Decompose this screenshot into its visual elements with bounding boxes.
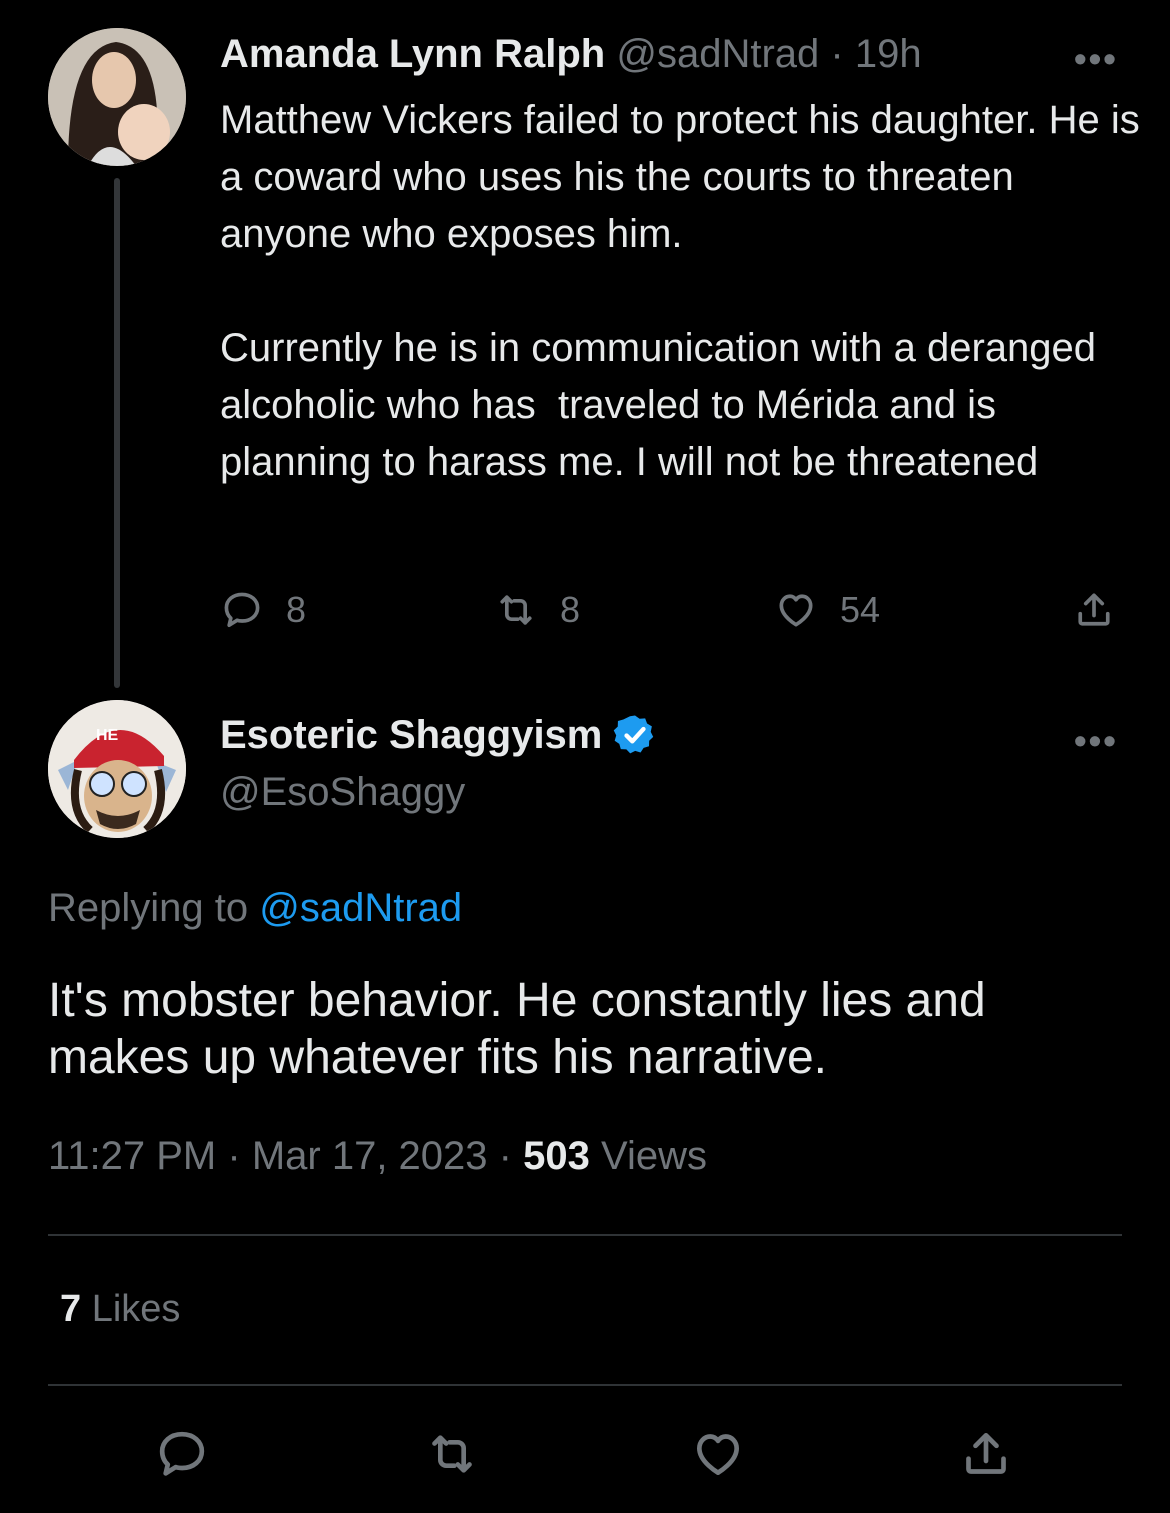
author-handle[interactable]: @sadNtrad — [616, 32, 819, 76]
reply-count: 8 — [286, 589, 307, 630]
separator-dot: · — [498, 1134, 512, 1178]
like-button[interactable]: 54 — [774, 584, 880, 636]
likes-count: 7 — [60, 1288, 82, 1330]
retweet-icon — [500, 595, 532, 625]
svg-text:HE: HE — [96, 727, 119, 744]
tweet2-header: Esoteric Shaggyism — [220, 712, 658, 758]
thread-line — [114, 178, 120, 688]
tweet1-header: Amanda Lynn Ralph @sadNtrad · 19h — [220, 32, 922, 77]
reply-icon — [224, 592, 260, 628]
retweet-count: 8 — [560, 589, 581, 630]
avatar-amanda[interactable] — [48, 28, 186, 166]
tweet-date[interactable]: Mar 17, 2023 — [252, 1134, 488, 1178]
views-count: 503 — [523, 1134, 590, 1178]
reply-button[interactable]: 8 — [220, 584, 306, 636]
tweet1-paragraph-2: Currently he is in communication with a … — [220, 326, 1108, 484]
share-icon — [1078, 593, 1110, 626]
replying-to: Replying to @sadNtrad — [48, 886, 462, 931]
tweet1-text: Matthew Vickers failed to protect his da… — [220, 92, 1140, 491]
like-count: 54 — [840, 589, 881, 630]
likes-label: Likes — [91, 1288, 181, 1330]
divider — [48, 1234, 1122, 1236]
tweet1-paragraph-1: Matthew Vickers failed to protect his da… — [220, 98, 1151, 256]
reply-icon — [159, 1431, 205, 1476]
share-icon — [966, 1433, 1006, 1474]
avatar-photo-icon — [48, 28, 186, 166]
divider — [48, 1384, 1122, 1386]
more-options-icon[interactable]: ••• — [1074, 720, 1118, 762]
verified-badge-icon — [614, 715, 654, 754]
separator-dot: · — [830, 32, 844, 76]
avatar-esoshaggy[interactable]: HE — [48, 700, 186, 838]
retweet-button[interactable]: 8 — [494, 584, 580, 636]
author-handle[interactable]: @EsoShaggy — [220, 770, 465, 815]
avatar-cartoon-icon: HE — [48, 700, 186, 838]
like-icon — [697, 1434, 739, 1475]
reply-button[interactable] — [154, 1426, 210, 1482]
like-icon — [779, 594, 813, 627]
tweet2-text: It's mobster behavior. He constantly lie… — [48, 974, 986, 1084]
retweet-icon — [432, 1435, 472, 1473]
tweet-time[interactable]: 11:27 PM — [48, 1134, 216, 1178]
share-button[interactable] — [958, 1426, 1014, 1482]
retweet-button[interactable] — [424, 1426, 480, 1482]
share-button[interactable] — [1072, 584, 1116, 636]
like-button[interactable] — [690, 1426, 746, 1482]
views-label: Views — [600, 1134, 707, 1178]
separator-dot: · — [227, 1134, 241, 1178]
replying-prefix: Replying to — [48, 886, 260, 930]
author-name[interactable]: Amanda Lynn Ralph — [220, 32, 605, 76]
more-options-icon[interactable]: ••• — [1074, 38, 1118, 80]
likes-summary[interactable]: 7 Likes — [60, 1288, 180, 1331]
replying-to-link[interactable]: @sadNtrad — [259, 886, 462, 930]
tweet-time[interactable]: 19h — [855, 32, 922, 76]
author-name[interactable]: Esoteric Shaggyism — [220, 713, 602, 758]
tweet-meta: 11:27 PM · Mar 17, 2023 · 503 Views — [48, 1134, 707, 1179]
